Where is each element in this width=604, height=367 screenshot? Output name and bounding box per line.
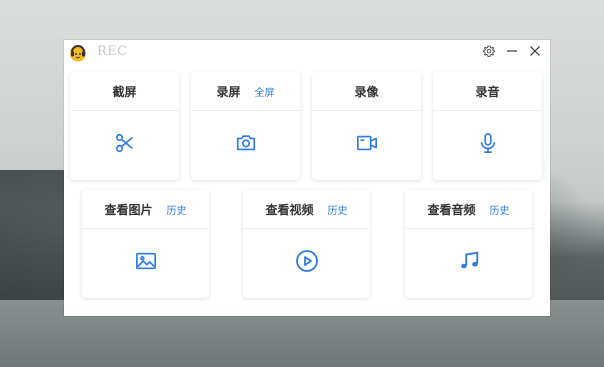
card-title: 截屏 (112, 84, 137, 99)
screen-record-card[interactable]: 录屏 全屏 (191, 72, 300, 180)
close-icon[interactable] (528, 44, 542, 58)
image-icon[interactable] (135, 250, 157, 276)
microphone-icon[interactable] (477, 132, 499, 158)
card-title: 查看图片 (104, 202, 153, 217)
view-audio-card[interactable]: 查看音频 历史 (405, 190, 532, 298)
minimize-icon[interactable] (505, 44, 519, 58)
app-logo-icon (69, 44, 87, 62)
history-link[interactable]: 历史 (167, 202, 187, 217)
screenshot-card[interactable]: 截屏 (70, 72, 179, 180)
title-bar[interactable]: REC (64, 40, 550, 64)
play-circle-icon[interactable] (295, 249, 319, 277)
app-title: REC (97, 44, 128, 59)
history-link[interactable]: 历史 (328, 202, 348, 217)
card-title: 录像 (354, 84, 379, 99)
gear-icon[interactable] (482, 44, 496, 58)
video-record-card[interactable]: 录像 (312, 72, 421, 180)
video-camera-icon[interactable] (356, 132, 378, 158)
card-title: 录音 (475, 84, 500, 99)
history-link[interactable]: 历史 (490, 202, 510, 217)
card-title: 查看音频 (427, 202, 476, 217)
audio-record-card[interactable]: 录音 (433, 72, 542, 180)
view-images-card[interactable]: 查看图片 历史 (82, 190, 209, 298)
card-title: 查看视频 (265, 202, 314, 217)
view-videos-card[interactable]: 查看视频 历史 (243, 190, 370, 298)
fullscreen-link[interactable]: 全屏 (255, 84, 275, 99)
music-note-icon[interactable] (458, 250, 480, 276)
camera-icon[interactable] (235, 132, 257, 158)
scissors-icon[interactable] (114, 132, 136, 158)
card-title: 录屏 (216, 84, 241, 99)
app-window: REC 截屏 录屏 全屏 录像 录音 查看图片 历史 查看视频 历史 查看音频 … (64, 40, 550, 316)
